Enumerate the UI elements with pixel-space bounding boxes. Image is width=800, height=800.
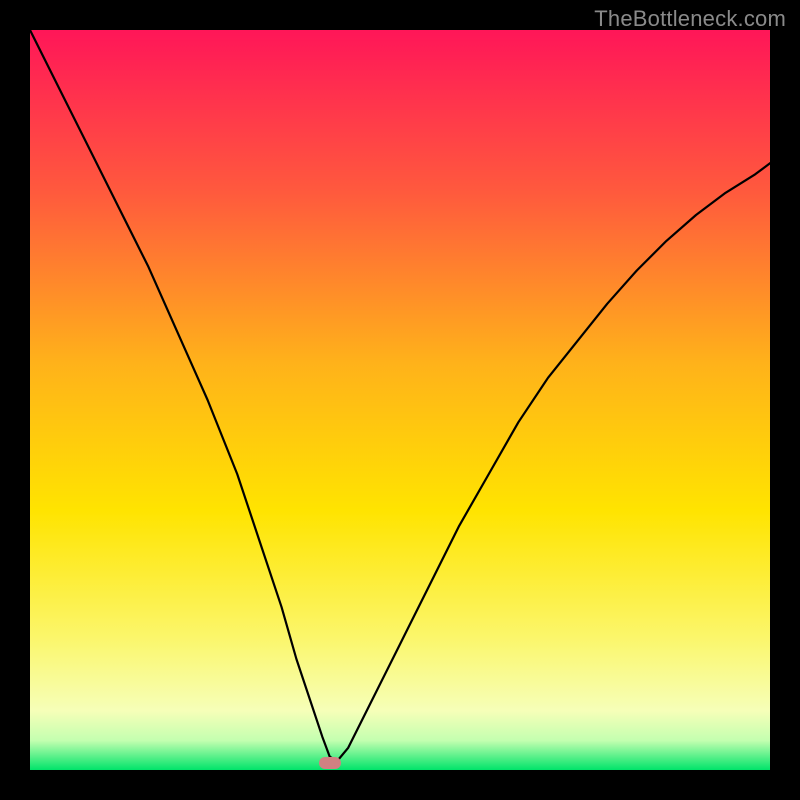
curve-svg [30,30,770,770]
chart-frame: TheBottleneck.com [0,0,800,800]
bottleneck-curve-path [30,30,770,761]
valley-marker [319,757,341,769]
watermark-text: TheBottleneck.com [594,6,786,32]
plot-area [30,30,770,770]
